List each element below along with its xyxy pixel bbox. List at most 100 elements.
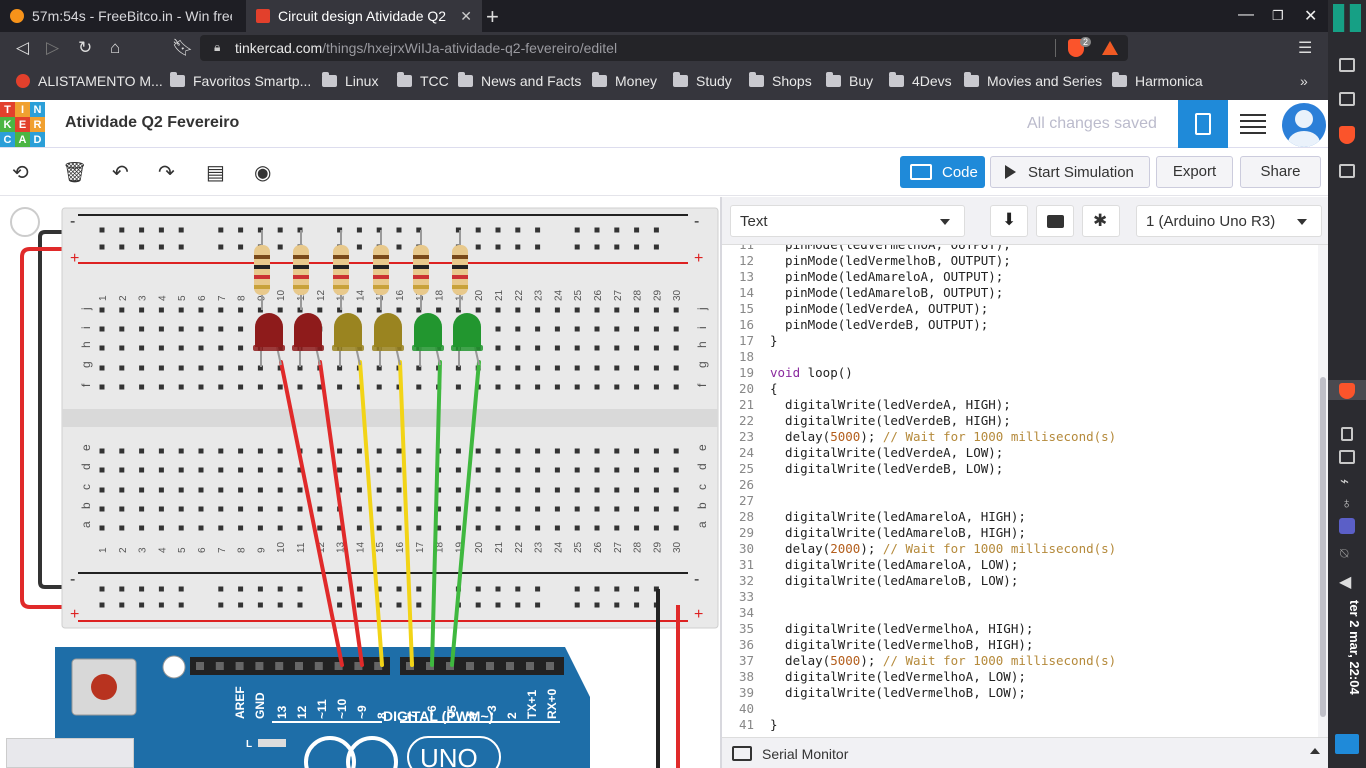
tinkercad-logo[interactable]: T I N K E R C A D xyxy=(0,102,45,147)
code-line[interactable]: 11 pinMode(ledVermelhoA, OUTPUT); xyxy=(722,245,1318,253)
clock[interactable]: ter 2 mar, 22:04 xyxy=(1334,600,1362,720)
bookmark-folder[interactable]: Shops xyxy=(749,72,812,89)
start-simulation-button[interactable]: Start Simulation xyxy=(990,156,1150,188)
visibility-icon[interactable]: ◉ xyxy=(254,160,271,185)
bookmark-folder[interactable]: News and Facts xyxy=(458,72,581,89)
code-line[interactable]: 36 digitalWrite(ledVermelhoB, HIGH); xyxy=(722,637,1318,653)
attachment-icon[interactable]: ⌁ xyxy=(1340,472,1349,490)
new-tab-icon[interactable]: + xyxy=(486,4,499,30)
libraries-button[interactable] xyxy=(1036,205,1074,237)
code-line[interactable]: 30 delay(2000); // Wait for 1000 millise… xyxy=(722,541,1318,557)
canvas-overview[interactable] xyxy=(6,738,134,768)
close-window-icon[interactable]: ✕ xyxy=(1304,6,1317,26)
share-button[interactable]: Share xyxy=(1240,156,1321,188)
address-bar[interactable]: 🔒︎ tinkercad.com/things/hxejrxWiIJa-ativ… xyxy=(200,35,1128,61)
minimize-icon[interactable]: — xyxy=(1238,6,1254,24)
restore-icon[interactable]: ❐ xyxy=(1272,8,1284,24)
component-list-button[interactable] xyxy=(1240,114,1266,134)
tab-tinkercad[interactable]: Circuit design Atividade Q2 Fe ✕ xyxy=(246,0,482,32)
bookmark-folder[interactable]: Favoritos Smartp... xyxy=(170,72,311,89)
notes-icon[interactable]: ▤ xyxy=(206,160,225,185)
bookmark-folder[interactable]: TCC xyxy=(397,72,449,89)
code-line[interactable]: 29 digitalWrite(ledAmareloB, HIGH); xyxy=(722,525,1318,541)
code-line[interactable]: 21 digitalWrite(ledVerdeA, HIGH); xyxy=(722,397,1318,413)
code-line[interactable]: 20 { xyxy=(722,381,1318,397)
clipboard-icon[interactable] xyxy=(1341,427,1353,441)
code-line[interactable]: 26 xyxy=(722,477,1318,493)
project-title[interactable]: Atividade Q2 Fevereiro xyxy=(65,114,239,132)
code-line[interactable]: 33 xyxy=(722,589,1318,605)
code-line[interactable]: 13 pinMode(ledAmareloA, OUTPUT); xyxy=(722,269,1318,285)
volume-icon[interactable]: ◀︎ xyxy=(1339,572,1351,592)
forward-icon[interactable]: ▷ xyxy=(46,38,59,58)
bookmark-folder[interactable]: Movies and Series xyxy=(964,72,1102,89)
code-line[interactable]: 25 digitalWrite(ledVerdeB, LOW); xyxy=(722,461,1318,477)
code-line[interactable]: 38 digitalWrite(ledVermelhoA, LOW); xyxy=(722,669,1318,685)
panel-grid-icon[interactable] xyxy=(1339,58,1355,72)
panel-window-icon[interactable] xyxy=(1339,92,1355,106)
circuit-view-button[interactable] xyxy=(1178,100,1228,148)
debugger-button[interactable]: ✱ xyxy=(1082,205,1120,237)
undo-icon[interactable]: ↶ xyxy=(112,160,129,185)
reload-icon[interactable]: ↻ xyxy=(78,38,92,58)
bookmark-icon[interactable]: 🔖︎ xyxy=(172,38,194,58)
code-line[interactable]: 17} xyxy=(722,333,1318,349)
code-line[interactable]: 28 digitalWrite(ledAmareloA, HIGH); xyxy=(722,509,1318,525)
code-line[interactable]: 41} xyxy=(722,717,1318,733)
brave-rewards-icon[interactable] xyxy=(1102,41,1118,55)
code-line[interactable]: 34 xyxy=(722,605,1318,621)
show-desktop-icon[interactable] xyxy=(1335,734,1359,754)
more-bookmarks-icon[interactable]: » xyxy=(1300,73,1308,89)
lightbulb-icon[interactable]: ♁ xyxy=(1341,495,1352,512)
rotate-icon[interactable]: ⟲ xyxy=(12,160,29,185)
code-button[interactable]: Code xyxy=(900,156,985,188)
code-line[interactable]: 31 digitalWrite(ledAmareloA, LOW); xyxy=(722,557,1318,573)
brave-taskbar-icon[interactable] xyxy=(1339,383,1355,399)
code-line[interactable]: 27 xyxy=(722,493,1318,509)
code-line[interactable]: 19 void loop() xyxy=(722,365,1318,381)
code-mode-select[interactable]: Text xyxy=(730,205,965,237)
bookmark-folder[interactable]: Money xyxy=(592,72,657,89)
avatar[interactable] xyxy=(1282,103,1326,147)
fit-view-button[interactable] xyxy=(10,207,40,237)
tab-freebitco[interactable]: 57m:54s - FreeBitco.in - Win free b xyxy=(0,0,242,32)
redo-icon[interactable]: ↷ xyxy=(158,160,175,185)
code-line[interactable]: 37 delay(5000); // Wait for 1000 millise… xyxy=(722,653,1318,669)
bookmark-folder[interactable]: Linux xyxy=(322,72,378,89)
board-select[interactable]: 1 (Arduino Uno R3) xyxy=(1136,205,1322,237)
teams-icon[interactable] xyxy=(1339,518,1355,534)
code-line[interactable]: 23 delay(5000); // Wait for 1000 millise… xyxy=(722,429,1318,445)
brave-app-icon[interactable] xyxy=(1339,126,1355,144)
code-line[interactable]: 12 pinMode(ledVermelhoB, OUTPUT); xyxy=(722,253,1318,269)
serial-monitor-bar[interactable]: Serial Monitor xyxy=(722,737,1328,768)
code-line[interactable]: 14 pinMode(ledAmareloB, OUTPUT); xyxy=(722,285,1318,301)
bookmark-item[interactable]: ALISTAMENTO M... xyxy=(16,73,163,89)
delete-icon[interactable]: 🗑︎ xyxy=(62,160,87,185)
bookmark-folder[interactable]: Buy xyxy=(826,72,873,89)
code-line[interactable]: 18 xyxy=(722,349,1318,365)
export-button[interactable]: Export xyxy=(1156,156,1233,188)
code-line[interactable]: 39 digitalWrite(ledVermelhoB, LOW); xyxy=(722,685,1318,701)
panel-files-icon[interactable] xyxy=(1339,164,1355,178)
bookmark-folder[interactable]: Harmonica xyxy=(1112,72,1203,89)
close-tab-icon[interactable]: ✕ xyxy=(460,8,472,25)
download-button[interactable]: ⬇ xyxy=(990,205,1028,237)
chat-icon[interactable] xyxy=(1339,450,1355,464)
home-icon[interactable]: ⌂ xyxy=(110,38,120,58)
code-line[interactable]: 32 digitalWrite(ledAmareloB, LOW); xyxy=(722,573,1318,589)
code-line[interactable]: 22 digitalWrite(ledVerdeB, HIGH); xyxy=(722,413,1318,429)
code-line[interactable]: 16 pinMode(ledVerdeB, OUTPUT); xyxy=(722,317,1318,333)
back-icon[interactable]: ◁ xyxy=(16,38,29,58)
circuit-canvas[interactable]: -+-+-+-+11223344556677889910101111121213… xyxy=(0,197,720,768)
bookmark-folder[interactable]: 4Devs xyxy=(889,72,952,89)
notification-off-icon[interactable]: ⍉ xyxy=(1340,545,1348,562)
manjaro-icon[interactable] xyxy=(1333,4,1361,32)
code-editor[interactable]: 11 pinMode(ledVermelhoA, OUTPUT);12 pinM… xyxy=(722,245,1318,737)
circuit-drawing[interactable]: -+-+-+-+11223344556677889910101111121213… xyxy=(0,197,720,768)
code-line[interactable]: 24 digitalWrite(ledVerdeA, LOW); xyxy=(722,445,1318,461)
code-scrollbar-thumb[interactable] xyxy=(1320,377,1326,717)
bookmark-folder[interactable]: Study xyxy=(673,72,732,89)
menu-icon[interactable]: ☰ xyxy=(1298,38,1312,58)
code-line[interactable]: 35 digitalWrite(ledVermelhoA, HIGH); xyxy=(722,621,1318,637)
code-line[interactable]: 40 xyxy=(722,701,1318,717)
